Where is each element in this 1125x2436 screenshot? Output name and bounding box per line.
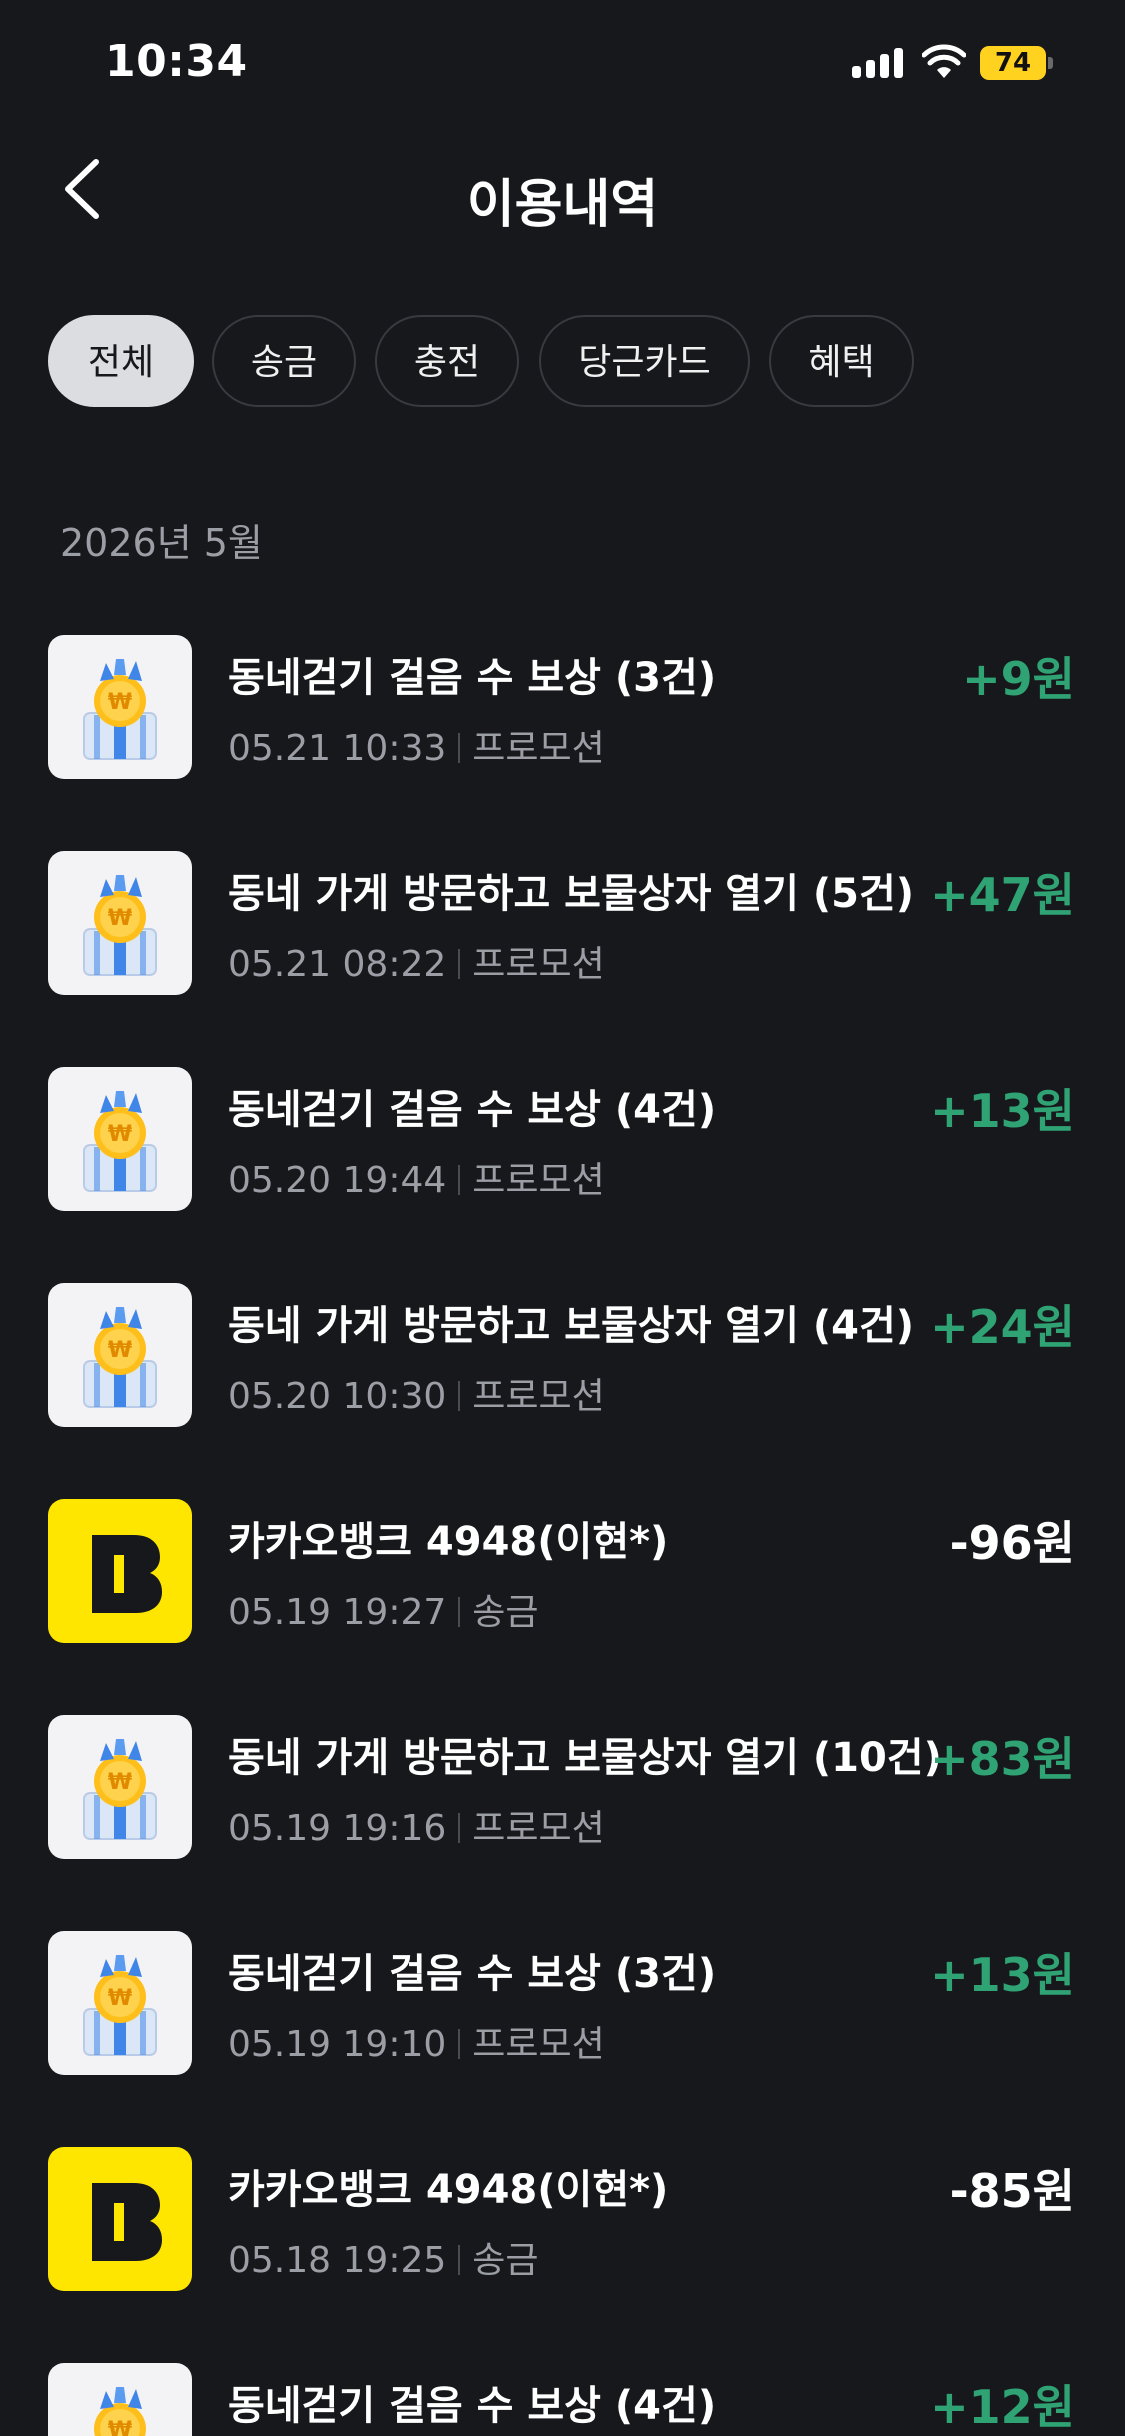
gift-coin-icon: ₩ <box>48 851 192 995</box>
transaction-category: 프로모션 <box>472 728 605 769</box>
transaction-row[interactable]: ₩ 동네 가게 방문하고 보물상자 열기 (5건) 05.21 08:22 프로모션 +… <box>0 851 1125 997</box>
page-title: 이용내역 <box>466 175 659 235</box>
svg-text:₩: ₩ <box>108 2418 132 2436</box>
transaction-meta: 05.19 19:27 송금 <box>228 1583 539 1635</box>
svg-text:₩: ₩ <box>108 1986 132 2011</box>
transaction-row[interactable]: 카카오뱅크 4948(이현*) 05.18 19:25 송금 -85원 <box>0 2147 1125 2293</box>
transaction-amount: -85원 <box>949 2164 1075 2218</box>
cellular-signal-icon <box>852 48 904 78</box>
svg-text:₩: ₩ <box>108 690 132 715</box>
tab-all[interactable]: 전체 <box>48 315 194 407</box>
transaction-row[interactable]: ₩ 동네걷기 걸음 수 보상 (3건) 05.19 19:10 프로모션 +13원 <box>0 1931 1125 2077</box>
transaction-meta: 05.20 10:30 프로모션 <box>228 1367 605 1419</box>
transaction-datetime: 05.20 19:44 <box>228 1160 447 1201</box>
svg-text:₩: ₩ <box>108 1338 132 1363</box>
tab-karrot-card[interactable]: 당근카드 <box>539 315 750 407</box>
transaction-meta: 05.21 08:22 프로모션 <box>228 935 605 987</box>
transaction-category: 프로모션 <box>472 1808 605 1849</box>
svg-text:₩: ₩ <box>108 906 132 931</box>
transaction-category: 송금 <box>472 1592 539 1633</box>
transaction-title: 카카오뱅크 4948(이현*) <box>228 2167 669 2213</box>
transaction-amount: -96원 <box>949 1516 1075 1570</box>
month-header: 2026년 5월 <box>60 521 263 565</box>
transaction-datetime: 05.20 10:30 <box>228 1376 447 1417</box>
transaction-datetime: 05.19 19:10 <box>228 2024 447 2065</box>
transaction-title: 동네 가게 방문하고 보물상자 열기 (4건) <box>228 1303 915 1349</box>
screen: 10:34 74 이용내역 전체 송금 충전 당근카드 혜택 2026년 5월 … <box>0 0 1125 2436</box>
transaction-row[interactable]: 카카오뱅크 4948(이현*) 05.19 19:27 송금 -96원 <box>0 1499 1125 1645</box>
transaction-category: 송금 <box>472 2240 539 2281</box>
transaction-datetime: 05.18 19:25 <box>228 2240 447 2281</box>
transaction-row[interactable]: ₩ 동네걷기 걸음 수 보상 (4건) +12원 <box>0 2363 1125 2436</box>
transaction-datetime: 05.21 08:22 <box>228 944 447 985</box>
transaction-amount: +12원 <box>930 2380 1075 2434</box>
meta-divider <box>458 949 461 979</box>
transaction-title: 동네 가게 방문하고 보물상자 열기 (5건) <box>228 871 915 917</box>
meta-divider <box>458 2245 461 2275</box>
transaction-category: 프로모션 <box>472 944 605 985</box>
transaction-category: 프로모션 <box>472 1376 605 1417</box>
tab-transfer[interactable]: 송금 <box>212 315 356 407</box>
transaction-amount: +13원 <box>930 1948 1075 2002</box>
battery-level: 74 <box>994 48 1032 78</box>
transaction-title: 동네걷기 걸음 수 보상 (3건) <box>228 1951 717 1997</box>
transaction-meta: 05.19 19:16 프로모션 <box>228 1799 605 1851</box>
gift-coin-icon: ₩ <box>48 1931 192 2075</box>
gift-coin-icon: ₩ <box>48 2363 192 2436</box>
transaction-amount: +47원 <box>930 868 1075 922</box>
transaction-datetime: 05.19 19:16 <box>228 1808 447 1849</box>
wifi-icon <box>922 44 966 78</box>
header: 이용내역 <box>0 140 1125 240</box>
status-time: 10:34 <box>105 36 248 87</box>
transaction-meta: 05.20 19:44 프로모션 <box>228 1151 605 1203</box>
transaction-title: 동네걷기 걸음 수 보상 (3건) <box>228 655 717 701</box>
transaction-row[interactable]: ₩ 동네 가게 방문하고 보물상자 열기 (4건) 05.20 10:30 프로모션 +… <box>0 1283 1125 1429</box>
battery-icon: 74 <box>980 46 1054 80</box>
meta-divider <box>458 1597 461 1627</box>
transaction-amount: +83원 <box>930 1732 1075 1786</box>
tab-benefits[interactable]: 혜택 <box>769 315 914 407</box>
transaction-category: 프로모션 <box>472 1160 605 1201</box>
transaction-meta: 05.21 10:33 프로모션 <box>228 719 605 771</box>
svg-text:₩: ₩ <box>108 1122 132 1147</box>
transaction-title: 동네 가게 방문하고 보물상자 열기 (10건) <box>228 1735 942 1781</box>
gift-coin-icon: ₩ <box>48 1283 192 1427</box>
transaction-row[interactable]: ₩ 동네걷기 걸음 수 보상 (3건) 05.21 10:33 프로모션 +9원 <box>0 635 1125 781</box>
transaction-title: 동네걷기 걸음 수 보상 (4건) <box>228 2383 717 2429</box>
meta-divider <box>458 733 461 763</box>
transaction-category: 프로모션 <box>472 2024 605 2065</box>
meta-divider <box>458 1381 461 1411</box>
kakaobank-logo-icon <box>48 1499 192 1643</box>
transaction-row[interactable]: ₩ 동네걷기 걸음 수 보상 (4건) 05.20 19:44 프로모션 +13원 <box>0 1067 1125 1213</box>
transaction-amount: +24원 <box>930 1300 1075 1354</box>
meta-divider <box>458 1813 461 1843</box>
transaction-row[interactable]: ₩ 동네 가게 방문하고 보물상자 열기 (10건) 05.19 19:16 프로모션… <box>0 1715 1125 1861</box>
meta-divider <box>458 1165 461 1195</box>
transaction-meta: 05.18 19:25 송금 <box>228 2231 539 2283</box>
transaction-title: 동네걷기 걸음 수 보상 (4건) <box>228 1087 717 1133</box>
gift-coin-icon: ₩ <box>48 1067 192 1211</box>
transaction-meta: 05.19 19:10 프로모션 <box>228 2015 605 2067</box>
status-bar: 10:34 74 <box>0 0 1125 130</box>
transaction-amount: +13원 <box>930 1084 1075 1138</box>
transaction-title: 카카오뱅크 4948(이현*) <box>228 1519 669 1565</box>
gift-coin-icon: ₩ <box>48 635 192 779</box>
kakaobank-logo-icon <box>48 2147 192 2291</box>
meta-divider <box>458 2029 461 2059</box>
transaction-datetime: 05.19 19:27 <box>228 1592 447 1633</box>
gift-coin-icon: ₩ <box>48 1715 192 1859</box>
tab-charge[interactable]: 충전 <box>375 315 519 407</box>
transaction-datetime: 05.21 10:33 <box>228 728 447 769</box>
transaction-amount: +9원 <box>962 652 1075 706</box>
svg-text:₩: ₩ <box>108 1770 132 1795</box>
